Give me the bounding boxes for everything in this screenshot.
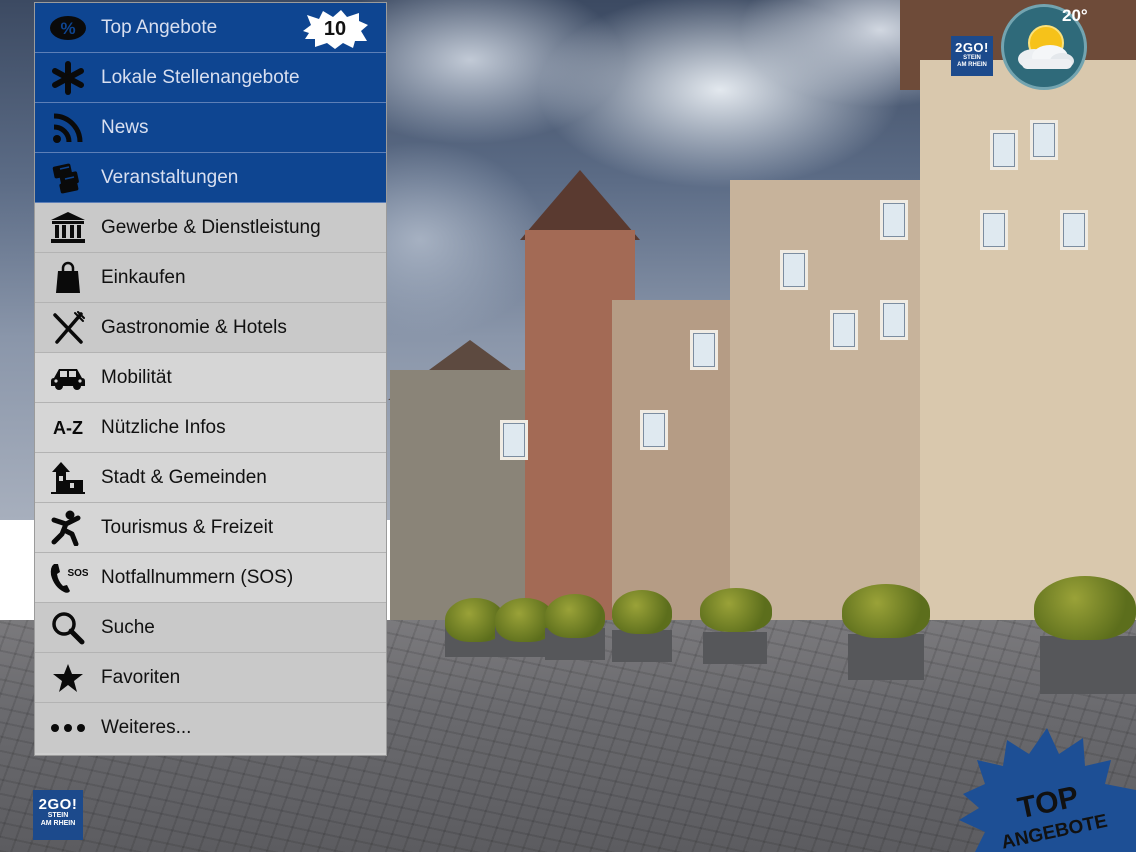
2go-logo-bottom[interactable]: 2GO! STEIN AM RHEIN xyxy=(33,790,83,840)
person-leisure-icon xyxy=(35,510,101,546)
menu-item-label: Suche xyxy=(101,616,155,638)
car-icon xyxy=(35,365,101,391)
menu-item-mobilität[interactable]: Mobilität xyxy=(35,353,386,403)
menu-item-lokale-stellenangebote[interactable]: Lokale Stellenangebote xyxy=(35,53,386,103)
window xyxy=(690,330,718,370)
planter xyxy=(848,634,924,680)
logo-sub-text: STEIN xyxy=(963,55,981,61)
more-dots-icon xyxy=(35,722,101,734)
menu-item-weiteres[interactable]: Weiteres... xyxy=(35,703,386,753)
menu-item-label: Top Angebote xyxy=(101,16,218,38)
window xyxy=(830,310,858,350)
menu-item-suche[interactable]: Suche xyxy=(35,603,386,653)
menu-item-label: Lokale Stellenangebote xyxy=(101,66,300,88)
menu-item-label: Einkaufen xyxy=(101,266,186,288)
menu-item-label: Mobilität xyxy=(101,366,172,388)
window xyxy=(1030,120,1058,160)
window xyxy=(1060,210,1088,250)
search-icon xyxy=(35,610,101,646)
top-angebote-promo-button[interactable]: TOP ANGEBOTE xyxy=(955,720,1136,852)
window xyxy=(880,200,908,240)
svg-text:A-Z: A-Z xyxy=(53,418,83,438)
svg-text:SOS: SOS xyxy=(67,568,88,579)
menu-item-label: Gastronomie & Hotels xyxy=(101,316,287,338)
shrub xyxy=(700,588,772,632)
svg-text:%: % xyxy=(60,19,75,38)
planter xyxy=(703,632,767,664)
menu-item-label: Stadt & Gemeinden xyxy=(101,466,267,488)
town-icon xyxy=(35,461,101,495)
planter xyxy=(612,630,672,662)
window xyxy=(780,250,808,290)
logo-main-text: 2GO! xyxy=(38,796,78,813)
shrub xyxy=(1034,576,1136,640)
star-icon xyxy=(35,662,101,694)
fork-knife-icon xyxy=(35,310,101,345)
menu-item-label: Notfallnummern (SOS) xyxy=(101,566,294,588)
menu-item-nützliche-infos[interactable]: A-Z Nützliche Infos xyxy=(35,403,386,453)
menu-item-einkaufen[interactable]: Einkaufen xyxy=(35,253,386,303)
menu-item-label: Weiteres... xyxy=(101,717,192,738)
temperature-label: 20° xyxy=(1062,6,1088,25)
menu-item-label: Nützliche Infos xyxy=(101,416,226,438)
logo-sub-text: AM RHEIN xyxy=(957,62,987,68)
shopping-bag-icon xyxy=(35,261,101,295)
menu-item-label: Veranstaltungen xyxy=(101,166,239,188)
menu-item-label: Tourismus & Freizeit xyxy=(101,516,274,538)
offer-count-badge: 10 xyxy=(301,9,369,49)
planter xyxy=(1040,636,1136,694)
window xyxy=(500,420,528,460)
shrub xyxy=(612,590,672,634)
shrub xyxy=(842,584,930,638)
shrub xyxy=(545,594,605,638)
logo-sub-text: STEIN xyxy=(47,812,69,819)
menu-item-stadt-gemeinden[interactable]: Stadt & Gemeinden xyxy=(35,453,386,503)
phone-sos-icon: SOS xyxy=(35,561,101,595)
menu-item-gewerbe-dienstleistung[interactable]: Gewerbe & Dienstleistung xyxy=(35,203,386,253)
tickets-icon xyxy=(35,161,101,195)
menu-item-veranstaltungen[interactable]: Veranstaltungen xyxy=(35,153,386,203)
menu-item-favoriten[interactable]: Favoriten xyxy=(35,653,386,703)
window xyxy=(980,210,1008,250)
window xyxy=(990,130,1018,170)
offer-count-text: 10 xyxy=(323,18,347,40)
menu-item-tourismus-freizeit[interactable]: Tourismus & Freizeit xyxy=(35,503,386,553)
logo-main-text: 2GO! xyxy=(955,40,989,55)
menu-item-news[interactable]: News xyxy=(35,103,386,153)
percent-icon: % xyxy=(35,15,101,41)
menu-item-top-angebote[interactable]: % Top Angebote 10 xyxy=(35,3,386,53)
menu-item-label: Favoriten xyxy=(101,666,181,688)
a-z-icon: A-Z xyxy=(35,416,101,440)
main-menu: % Top Angebote 10 Lokale Stellenangebote New… xyxy=(34,2,387,756)
window xyxy=(880,300,908,340)
asterisk-icon xyxy=(35,60,101,95)
window xyxy=(640,410,668,450)
menu-item-label: Gewerbe & Dienstleistung xyxy=(101,216,321,238)
building xyxy=(920,60,1136,650)
rss-icon xyxy=(35,111,101,145)
logo-sub-text: AM RHEIN xyxy=(40,820,76,827)
bank-icon xyxy=(35,211,101,245)
menu-item-gastronomie-hotels[interactable]: Gastronomie & Hotels xyxy=(35,303,386,353)
2go-logo[interactable]: 2GO! STEIN AM RHEIN xyxy=(951,36,993,76)
menu-item-label: News xyxy=(101,116,149,138)
menu-item-notfallnummern-sos[interactable]: SOS Notfallnummern (SOS) xyxy=(35,553,386,603)
